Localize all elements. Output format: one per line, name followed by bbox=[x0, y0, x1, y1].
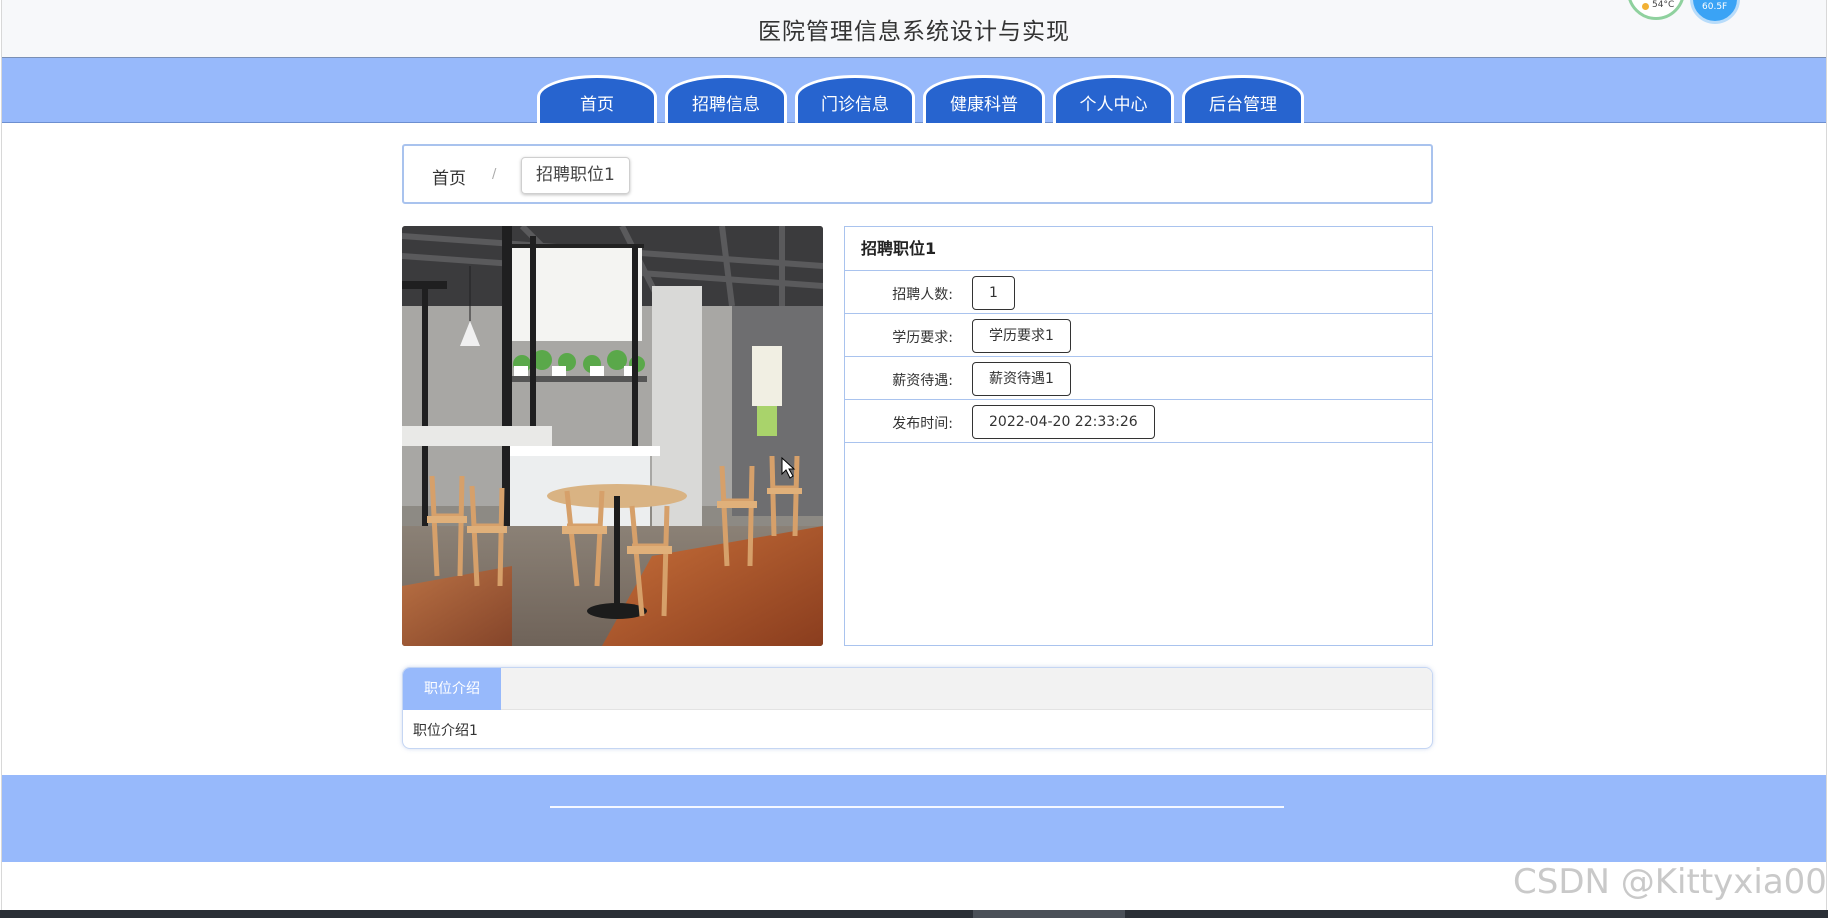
speed-text: 60.5F bbox=[1702, 2, 1728, 12]
detail-value-publish-time: 2022-04-20 22:33:26 bbox=[972, 405, 1155, 439]
intro-tabbar: 职位介绍 bbox=[403, 668, 1432, 710]
scrollbar-thumb[interactable] bbox=[973, 910, 1125, 918]
temperature-dot-icon bbox=[1642, 3, 1649, 10]
nav-tab-health-science[interactable]: 健康科普 bbox=[923, 75, 1045, 123]
breadcrumb: 首页 / 招聘职位1 bbox=[402, 144, 1433, 204]
job-intro-content: 职位介绍1 bbox=[413, 723, 478, 739]
detail-label: 薪资待遇: bbox=[892, 373, 953, 389]
detail-row-education: 学历要求: 学历要求1 bbox=[845, 314, 1432, 357]
detail-value-salary: 薪资待遇1 bbox=[972, 362, 1071, 396]
cafe-interior-image bbox=[402, 226, 823, 646]
site-title: 医院管理信息系统设计与实现 bbox=[758, 19, 1070, 45]
detail-row-headcount: 招聘人数: 1 bbox=[845, 271, 1432, 314]
nav-tab-home[interactable]: 首页 bbox=[537, 75, 657, 123]
detail-value-education: 学历要求1 bbox=[972, 319, 1071, 353]
job-intro-section: 职位介绍 职位介绍1 bbox=[402, 667, 1433, 749]
footer-divider bbox=[550, 806, 1284, 808]
detail-row-salary: 薪资待遇: 薪资待遇1 bbox=[845, 357, 1432, 400]
taskbar-strip bbox=[0, 910, 1828, 918]
detail-label: 发布时间: bbox=[892, 416, 953, 432]
nav-tab-personal-center[interactable]: 个人中心 bbox=[1053, 75, 1174, 123]
job-photo bbox=[402, 226, 823, 646]
breadcrumb-current[interactable]: 招聘职位1 bbox=[521, 157, 630, 194]
temperature-text: 54°C bbox=[1652, 0, 1675, 10]
main-nav: 首页 招聘信息 门诊信息 健康科普 个人中心 后台管理 bbox=[2, 58, 1826, 123]
job-title: 招聘职位1 bbox=[845, 227, 1432, 271]
detail-row-publish-time: 发布时间: 2022-04-20 22:33:26 bbox=[845, 400, 1432, 443]
page: 医院管理信息系统设计与实现 54°C 60.5F 首页 招聘信息 门诊信息 健康… bbox=[1, 0, 1827, 910]
nav-tab-outpatient[interactable]: 门诊信息 bbox=[795, 75, 915, 123]
detail-label: 学历要求: bbox=[892, 330, 953, 346]
watermark: CSDN @Kittyxia001 bbox=[1513, 862, 1828, 902]
site-header: 医院管理信息系统设计与实现 54°C 60.5F bbox=[2, 0, 1826, 58]
nav-list: 首页 招聘信息 门诊信息 健康科普 个人中心 后台管理 bbox=[537, 75, 1304, 123]
breadcrumb-separator: / bbox=[492, 167, 497, 182]
nav-tab-recruitment[interactable]: 招聘信息 bbox=[665, 75, 787, 123]
tab-job-intro[interactable]: 职位介绍 bbox=[403, 668, 501, 710]
nav-tab-admin[interactable]: 后台管理 bbox=[1182, 75, 1304, 123]
detail-label: 招聘人数: bbox=[892, 287, 953, 303]
breadcrumb-home-link[interactable]: 首页 bbox=[432, 164, 466, 189]
detail-value-headcount: 1 bbox=[972, 276, 1015, 310]
site-footer bbox=[2, 775, 1826, 862]
job-details-panel: 招聘职位1 招聘人数: 1 学历要求: 学历要求1 薪资待遇: 薪资待遇1 发布… bbox=[844, 226, 1433, 646]
